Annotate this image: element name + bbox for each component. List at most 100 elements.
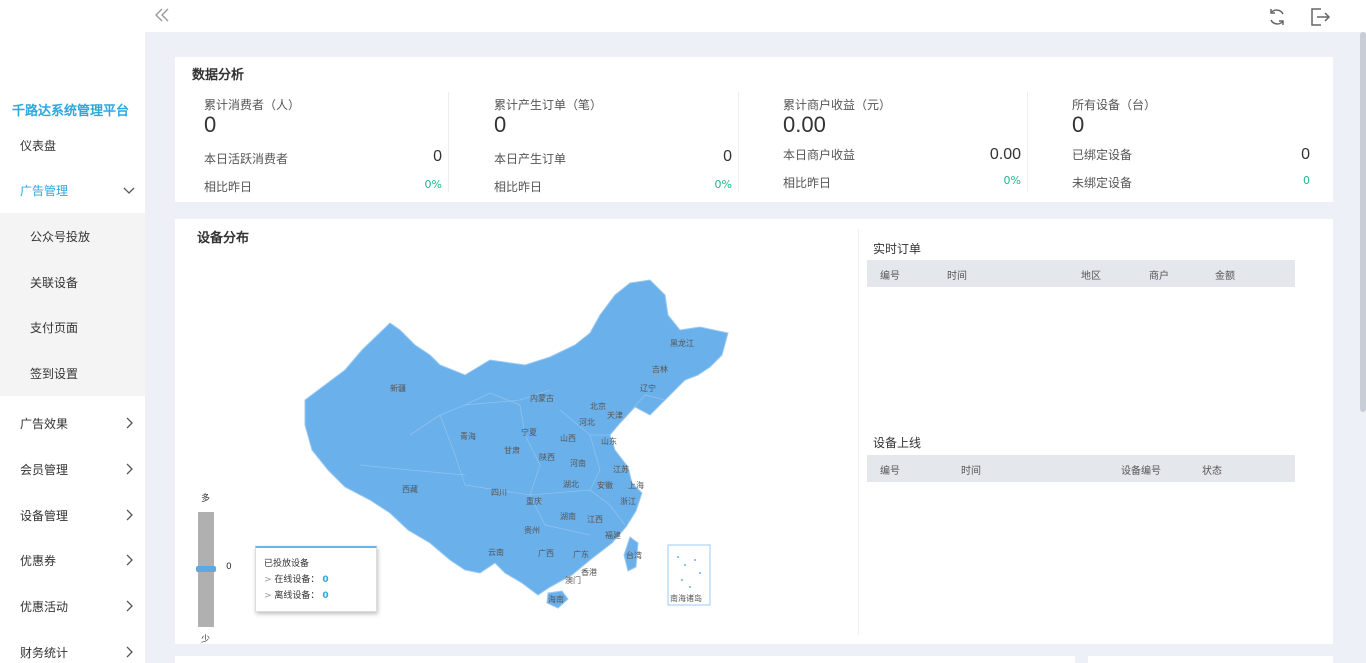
sub-item-checkin-settings[interactable]: 签到设置 [0, 351, 145, 395]
nav-dashboard[interactable]: 仪表盘 [0, 123, 145, 167]
refresh-icon[interactable] [1266, 6, 1288, 28]
column-header: 设备编号 [1121, 466, 1161, 477]
map-label: 湖南 [560, 511, 576, 521]
stat-devices: 所有设备（台） 0 已绑定设备 0 未绑定设备 0 [1072, 92, 1332, 202]
nav-promotions[interactable]: 优惠活动 [0, 584, 145, 628]
chevron-right-icon [123, 646, 135, 658]
nav-ad-management[interactable]: 广告管理 [0, 168, 145, 212]
column-header: 商户 [1149, 271, 1169, 282]
map-label: 浙江 [620, 496, 636, 506]
map-label: 宁夏 [521, 427, 537, 437]
stat-label: 所有设备（台） [1072, 98, 1157, 112]
chevron-right-icon [123, 417, 135, 429]
sub-item-payment-page[interactable]: 支付页面 [0, 305, 145, 349]
map-label: 上海 [628, 480, 644, 490]
map-label: 重庆 [526, 496, 542, 506]
slider-max-label: 多 [201, 494, 211, 504]
distribution-title: 设备分布 [197, 231, 250, 246]
stat-consumers: 累计消费者（人） 0 本日活跃消费者 0 相比昨日 0% [204, 92, 464, 202]
map-label: 南海诸岛 [670, 593, 702, 603]
map-label: 青海 [460, 431, 476, 441]
chevron-down-icon [123, 184, 135, 196]
map-label: 西藏 [402, 484, 418, 494]
stat-sub-label: 本日商户收益 [783, 148, 856, 162]
map-label: 江苏 [613, 464, 629, 474]
map-label: 台湾 [626, 550, 642, 560]
tooltip-online: > 在线设备： 0 [264, 575, 329, 585]
map-label: 福建 [605, 530, 621, 540]
map-label: 四川 [491, 488, 507, 497]
column-header: 地区 [1081, 271, 1101, 282]
nav-finance-stats[interactable]: 财务统计 [0, 630, 145, 663]
map-label: 辽宁 [640, 383, 656, 393]
sub-item-official-account[interactable]: 公众号投放 [0, 214, 145, 258]
map-label: 湖北 [563, 480, 579, 489]
stat-sub-value: 0 [433, 148, 442, 165]
tooltip-offline: > 离线设备： 0 [264, 591, 329, 601]
device-online-title: 设备上线 [873, 436, 922, 450]
stat-value: 0 [494, 112, 507, 137]
nav-label: 财务统计 [20, 645, 69, 660]
stat-compare-value: 0 [1303, 174, 1310, 187]
nav-coupons[interactable]: 优惠券 [0, 538, 145, 582]
stat-label: 累计消费者（人） [204, 98, 301, 112]
stat-value: 0.00 [783, 112, 826, 137]
chevron-right-icon [123, 554, 135, 566]
map-label: 新疆 [390, 383, 406, 393]
map-label: 内蒙古 [530, 393, 554, 403]
collapse-icon[interactable] [153, 6, 171, 24]
nav-ad-effect[interactable]: 广告效果 [0, 401, 145, 445]
sidebar: 千路达系统管理平台 仪表盘 广告管理 公众号投放 关联设备 支付页面 签到设置 … [0, 0, 145, 663]
scrollbar[interactable] [1360, 32, 1366, 412]
stat-sub-value: 0 [723, 148, 732, 165]
nav-label: 优惠活动 [20, 599, 69, 614]
column-header: 时间 [947, 271, 967, 282]
stat-compare-label: 相比昨日 [204, 180, 253, 194]
stat-sub-label: 本日产生订单 [494, 152, 567, 166]
map-label: 贵州 [524, 525, 540, 535]
sub-item-linked-devices[interactable]: 关联设备 [0, 260, 145, 304]
column-header: 状态 [1202, 466, 1222, 477]
device-online-header: 编号 时间 设备编号 状态 [867, 455, 1295, 482]
chevron-right-icon [123, 600, 135, 612]
map-label: 澳门 [565, 575, 581, 585]
divider [448, 92, 449, 192]
sub-label: 支付页面 [30, 320, 79, 335]
bottom-card-left [175, 656, 1075, 663]
nav-label: 仪表盘 [20, 138, 57, 153]
map-label: 山东 [601, 436, 617, 446]
tooltip-offline-value: 0 [322, 591, 329, 601]
stat-value: 0 [1072, 112, 1085, 137]
realtime-orders-title: 实时订单 [873, 242, 922, 256]
slider-handle[interactable] [196, 566, 216, 572]
tooltip-title: 已投放设备 [264, 559, 310, 569]
stat-orders: 累计产生订单（笔） 0 本日产生订单 0 相比昨日 0% [494, 92, 754, 202]
divider [858, 229, 859, 635]
stat-revenue: 累计商户收益（元） 0.00 本日商户收益 0.00 相比昨日 0% [783, 92, 1043, 202]
stat-value: 0 [204, 112, 217, 137]
map-label: 北京 [590, 401, 606, 411]
nav-device-management[interactable]: 设备管理 [0, 493, 145, 537]
stat-compare-label: 相比昨日 [783, 176, 832, 190]
map-label: 河南 [570, 458, 586, 468]
chevron-right-icon [123, 463, 135, 475]
logout-icon[interactable] [1309, 6, 1331, 28]
map-label: 香港 [581, 567, 597, 577]
stat-compare-label: 未绑定设备 [1072, 176, 1133, 190]
slider-value: 0 [226, 562, 232, 572]
nav-label: 优惠券 [20, 553, 57, 568]
map-label: 江西 [587, 515, 603, 524]
stat-sub-label: 已绑定设备 [1072, 148, 1133, 162]
nav-label: 广告效果 [20, 416, 69, 431]
stat-compare-value: 0% [424, 178, 442, 191]
map-label: 甘肃 [504, 445, 520, 455]
map-label: 山西 [560, 433, 576, 443]
nav-member-management[interactable]: 会员管理 [0, 447, 145, 491]
stat-sub-value: 0.00 [989, 146, 1021, 163]
column-header: 时间 [961, 466, 981, 477]
stat-label: 累计产生订单（笔） [494, 98, 603, 112]
chevron-right-icon [123, 509, 135, 521]
map-label: 海南 [548, 594, 564, 604]
stat-sub-label: 本日活跃消费者 [204, 152, 289, 166]
tooltip-online-value: 0 [322, 575, 329, 585]
